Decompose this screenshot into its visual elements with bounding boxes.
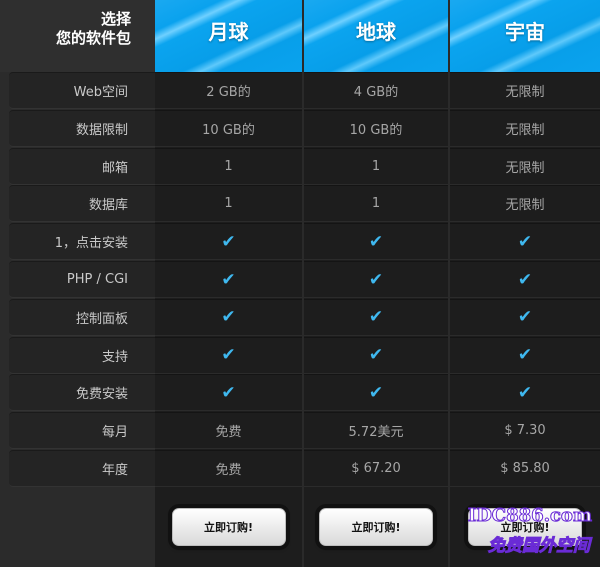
cell-moon: ✔ [155, 374, 302, 412]
cell-earth: ✔ [304, 374, 448, 412]
cell-universe: ✔ [450, 298, 600, 336]
cell-universe: ✔ [450, 261, 600, 298]
checkmark-icon: ✔ [368, 382, 384, 403]
cell-value-universe: 无限制 [450, 109, 600, 147]
order-button-earth[interactable]: 立即订购! [319, 508, 433, 546]
table-corner-title: 选择 您的软件包 [0, 0, 155, 72]
cell-value-earth: 1 [304, 147, 448, 185]
cell-value-moon: 1 [155, 185, 302, 223]
cell-value-earth: $ 67.20 [304, 450, 448, 487]
checkmark-icon: ✔ [368, 269, 384, 290]
corner-line-2: 您的软件包 [55, 29, 131, 47]
feature-label: 数据库 [9, 185, 155, 223]
pricing-table: 选择 您的软件包 月球 地球 宇宙 Web空间 2 GB的 4 GB的 无限制 数据限制… [0, 0, 600, 567]
cell-value-moon: 2 GB的 [155, 72, 302, 109]
feature-label: 年度 [9, 450, 155, 487]
plan-header-moon: 月球 [155, 0, 302, 72]
cell-moon: ✔ [155, 223, 302, 261]
feature-label: PHP / CGI [9, 261, 155, 298]
cell-universe: ✔ [450, 223, 600, 261]
cell-value-universe: 无限制 [450, 147, 600, 185]
order-cell-moon: 立即订购! [155, 503, 302, 551]
cell-value-moon: 免费 [155, 450, 302, 487]
cell-universe: ✔ [450, 336, 600, 374]
checkmark-icon: ✔ [517, 231, 533, 252]
feature-label: 免费安装 [9, 374, 155, 412]
checkmark-icon: ✔ [368, 307, 384, 328]
feature-label: 1，点击安装 [9, 223, 155, 261]
order-cell-earth: 立即订购! [304, 503, 448, 551]
order-cell-universe: 立即订购! [450, 503, 600, 551]
plan-header-universe: 宇宙 [450, 0, 600, 72]
cell-value-universe: 无限制 [450, 72, 600, 109]
cell-earth: ✔ [304, 336, 448, 374]
checkmark-icon: ✔ [221, 345, 236, 366]
feature-label: Web空间 [9, 72, 155, 109]
checkmark-icon: ✔ [368, 345, 384, 366]
cell-moon: ✔ [155, 336, 302, 374]
cell-value-universe: 无限制 [450, 185, 600, 223]
checkmark-icon: ✔ [517, 269, 533, 290]
feature-label: 邮箱 [9, 147, 155, 185]
order-button-universe[interactable]: 立即订购! [468, 508, 582, 546]
checkmark-icon: ✔ [517, 382, 533, 403]
checkmark-icon: ✔ [221, 307, 236, 328]
checkmark-icon: ✔ [368, 231, 384, 252]
cell-value-universe: $ 7.30 [450, 412, 600, 450]
cell-value-earth: 1 [304, 185, 448, 223]
order-button-moon[interactable]: 立即订购! [171, 508, 286, 546]
cell-value-universe: $ 85.80 [450, 450, 600, 487]
cell-earth: ✔ [304, 261, 448, 298]
cell-moon: ✔ [155, 261, 302, 298]
cell-value-earth: 10 GB的 [304, 109, 448, 147]
plan-header-earth: 地球 [304, 0, 448, 72]
cell-earth: ✔ [304, 298, 448, 336]
cell-value-earth: 5.72美元 [304, 412, 448, 450]
cell-universe: ✔ [450, 374, 600, 412]
feature-label: 数据限制 [9, 109, 155, 147]
cell-value-moon: 10 GB的 [155, 109, 302, 147]
checkmark-icon: ✔ [221, 269, 236, 290]
cell-value-moon: 1 [155, 147, 302, 185]
feature-label: 控制面板 [9, 298, 155, 336]
cell-moon: ✔ [155, 298, 302, 336]
cell-value-moon: 免费 [155, 412, 302, 450]
checkmark-icon: ✔ [221, 231, 236, 252]
checkmark-icon: ✔ [517, 307, 533, 328]
checkmark-icon: ✔ [517, 345, 533, 366]
cell-value-earth: 4 GB的 [304, 72, 448, 109]
feature-label: 支持 [9, 336, 155, 374]
checkmark-icon: ✔ [221, 382, 236, 403]
cell-earth: ✔ [304, 223, 448, 261]
feature-label: 每月 [9, 412, 155, 450]
corner-line-1: 选择 [100, 10, 131, 28]
